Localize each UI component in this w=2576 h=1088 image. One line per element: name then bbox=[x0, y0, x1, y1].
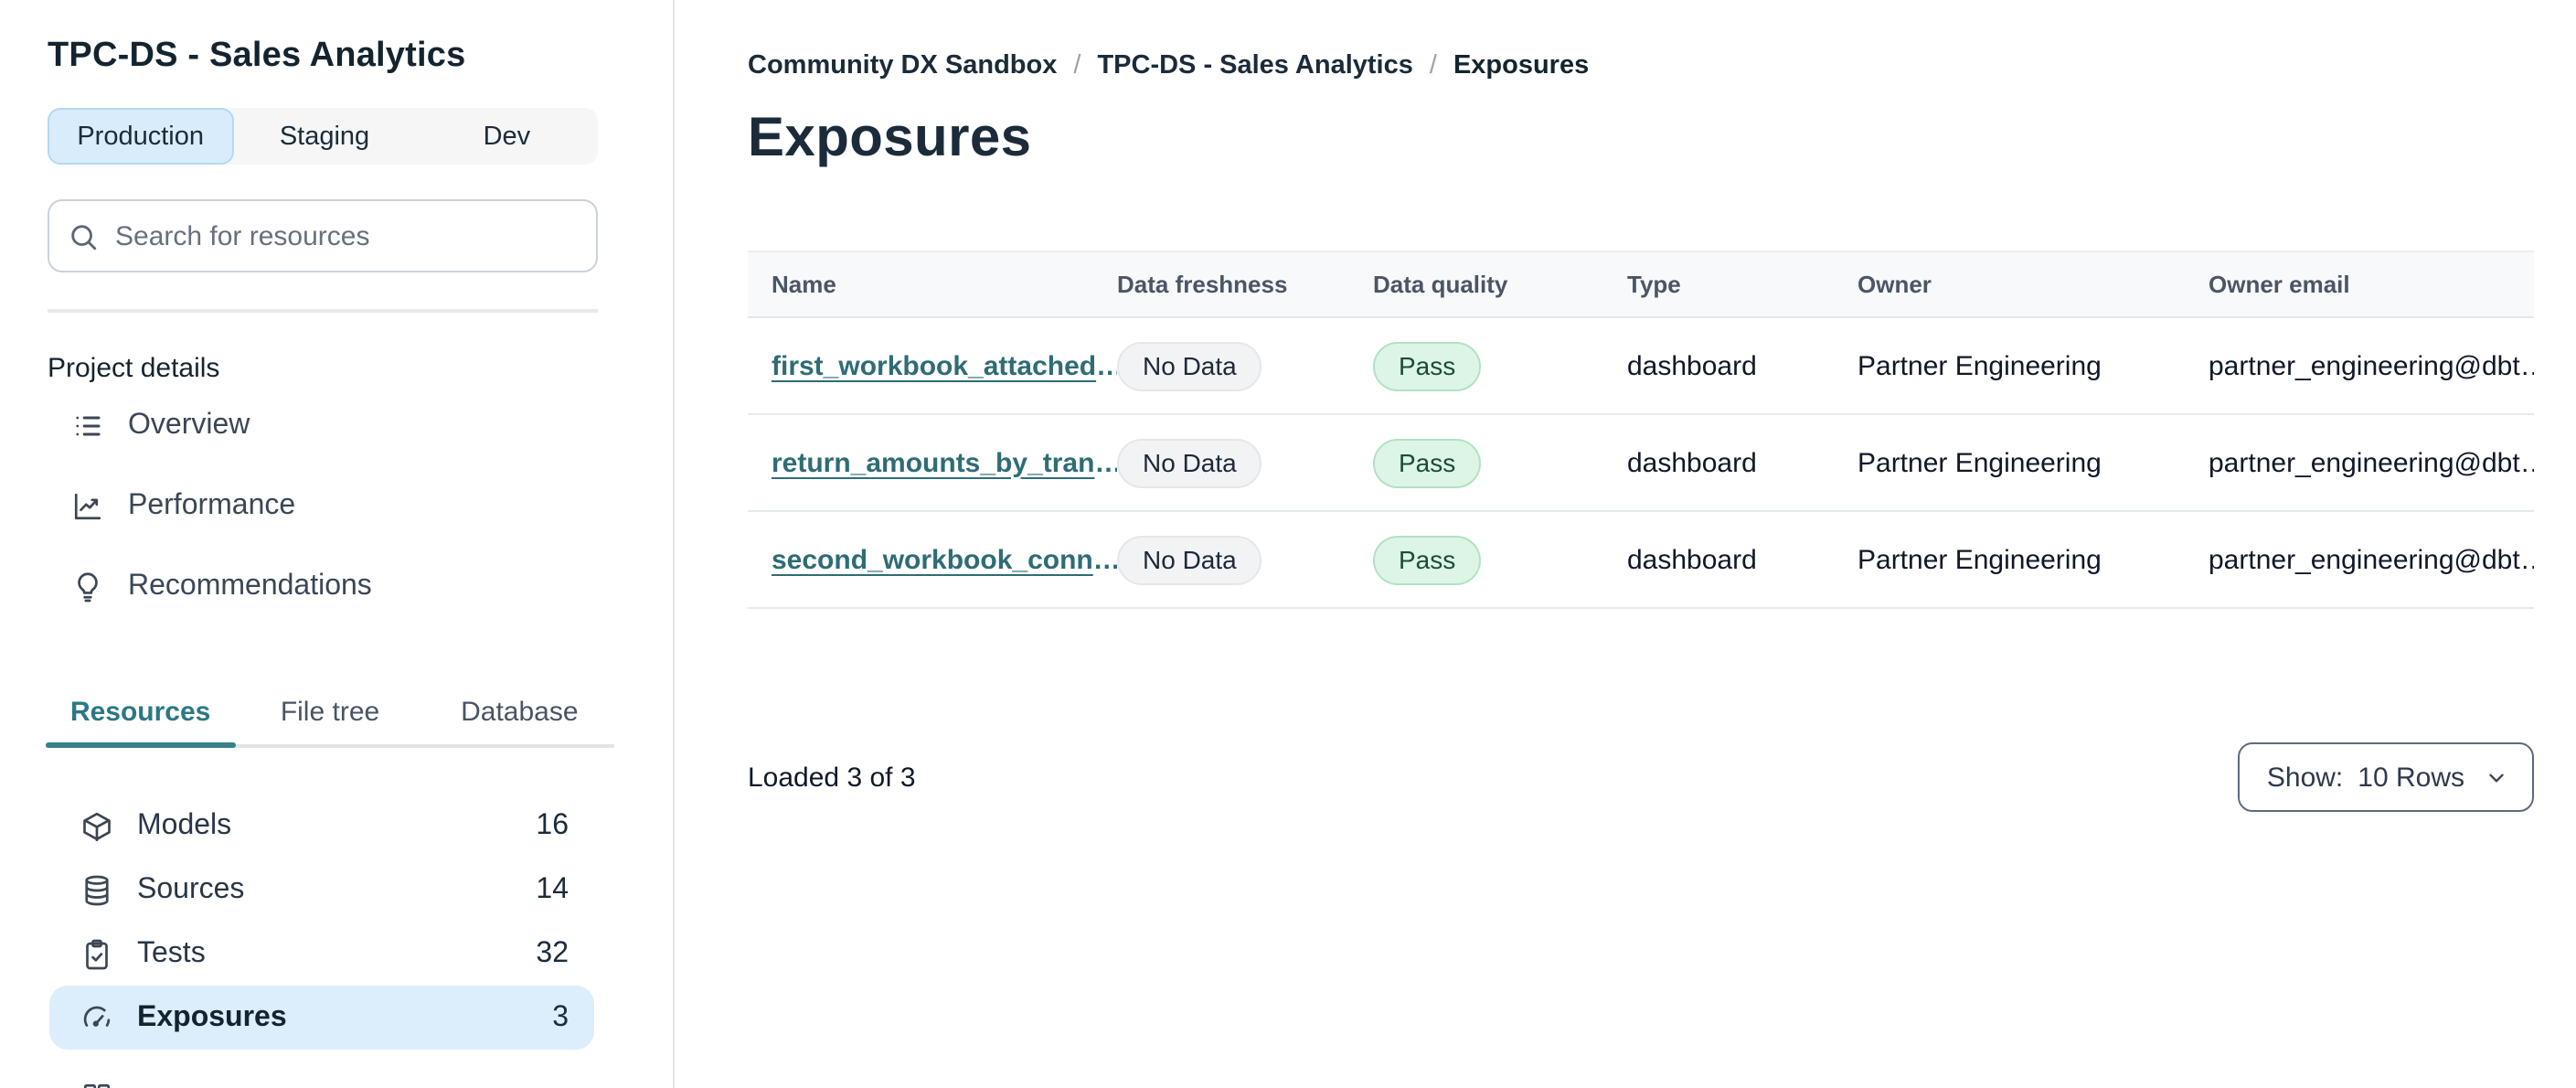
main-content: Community DX Sandbox / TPC-DS - Sales An… bbox=[676, 0, 2576, 1088]
exposure-owner: Partner Engineering bbox=[1857, 447, 2102, 478]
exposure-type: dashboard bbox=[1627, 447, 1757, 478]
breadcrumb-current: Exposures bbox=[1453, 51, 1590, 80]
truncation-ellipsis: … bbox=[1096, 350, 1117, 381]
tab-file-tree[interactable]: File tree bbox=[235, 686, 424, 744]
sidebar-item-partial[interactable] bbox=[49, 1064, 594, 1088]
env-tab-staging[interactable]: Staging bbox=[233, 108, 415, 165]
data-quality-badge: Pass bbox=[1373, 438, 1482, 487]
table-row: first_workbook_attached… No Data Pass da… bbox=[748, 318, 2534, 415]
column-header-name: Name bbox=[772, 271, 836, 298]
env-tab-production[interactable]: Production bbox=[48, 108, 234, 165]
data-quality-badge: Pass bbox=[1373, 341, 1482, 390]
tab-resources[interactable]: Resources bbox=[46, 686, 235, 748]
column-header-owner-email: Owner email bbox=[2209, 271, 2350, 298]
sidebar-item-label: Performance bbox=[128, 490, 296, 521]
resource-item-label: Sources bbox=[137, 873, 245, 904]
sidebar-item-label: Overview bbox=[128, 410, 250, 441]
tab-database[interactable]: Database bbox=[425, 686, 614, 744]
data-freshness-badge: No Data bbox=[1117, 438, 1262, 487]
sidebar-item-exposures[interactable]: Exposures 3 bbox=[49, 986, 594, 1050]
breadcrumb-separator: / bbox=[1429, 51, 1437, 80]
data-quality-badge: Pass bbox=[1373, 535, 1482, 584]
exposure-owner-email: partner_engineering@dbt… bbox=[2209, 447, 2534, 478]
project-title: TPC-DS - Sales Analytics bbox=[48, 37, 466, 75]
gauge-icon bbox=[80, 1001, 113, 1034]
resource-count: 3 bbox=[552, 1001, 569, 1032]
project-details-label: Project details bbox=[48, 353, 220, 384]
lightbulb-icon bbox=[71, 571, 104, 603]
exposure-name-link[interactable]: first_workbook_attached… bbox=[772, 350, 1117, 381]
exposure-type: dashboard bbox=[1627, 544, 1757, 575]
environment-switcher: Production Staging Dev bbox=[48, 108, 598, 165]
resource-count: 16 bbox=[536, 809, 569, 840]
sidebar-item-sources[interactable]: Sources 14 bbox=[49, 858, 594, 922]
exposure-owner-email: partner_engineering@dbt… bbox=[2209, 544, 2534, 575]
page-title: Exposures bbox=[748, 108, 1032, 168]
breadcrumb-project[interactable]: TPC-DS - Sales Analytics bbox=[1097, 51, 1412, 80]
table-row: return_amounts_by_tran… No Data Pass das… bbox=[748, 415, 2534, 512]
chart-line-icon bbox=[71, 490, 104, 523]
database-icon bbox=[80, 873, 113, 906]
cube-icon bbox=[80, 809, 113, 842]
sidebar-item-recommendations[interactable]: Recommendations bbox=[22, 556, 673, 618]
chevron-down-icon bbox=[2485, 765, 2508, 789]
sidebar-item-models[interactable]: Models 16 bbox=[49, 794, 594, 858]
sidebar-divider bbox=[48, 309, 598, 313]
sidebar-item-tests[interactable]: Tests 32 bbox=[49, 922, 594, 986]
resource-item-label: Tests bbox=[137, 937, 206, 968]
search-input[interactable] bbox=[115, 220, 578, 251]
table-header-row: Name Data freshness Data quality Type Ow… bbox=[748, 251, 2534, 318]
sidebar: TPC-DS - Sales Analytics Production Stag… bbox=[0, 0, 675, 1088]
data-freshness-badge: No Data bbox=[1117, 535, 1262, 584]
list-icon bbox=[71, 410, 104, 443]
column-header-owner: Owner bbox=[1857, 271, 1932, 298]
column-header-data-quality: Data quality bbox=[1373, 271, 1508, 298]
exposure-owner-email: partner_engineering@dbt… bbox=[2209, 350, 2534, 381]
sidebar-item-label: Recommendations bbox=[128, 571, 372, 602]
exposure-name-link[interactable]: return_amounts_by_tran… bbox=[772, 447, 1117, 478]
column-header-type: Type bbox=[1627, 271, 1681, 298]
data-freshness-badge: No Data bbox=[1117, 341, 1262, 390]
sidebar-item-overview[interactable]: Overview bbox=[22, 395, 673, 457]
resource-item-label: Exposures bbox=[137, 1001, 287, 1032]
env-tab-dev[interactable]: Dev bbox=[416, 108, 598, 165]
grid-icon bbox=[80, 1080, 113, 1088]
exposure-owner: Partner Engineering bbox=[1857, 544, 2102, 575]
exposure-name-link[interactable]: second_workbook_conn… bbox=[772, 544, 1117, 575]
table-row: second_workbook_conn… No Data Pass dashb… bbox=[748, 512, 2534, 609]
exposure-owner: Partner Engineering bbox=[1857, 350, 2102, 381]
loaded-status: Loaded 3 of 3 bbox=[748, 762, 916, 793]
rows-per-page-value: 10 Rows bbox=[2358, 762, 2464, 793]
truncation-ellipsis: … bbox=[1094, 447, 1117, 478]
breadcrumb: Community DX Sandbox / TPC-DS - Sales An… bbox=[748, 51, 2534, 80]
column-header-data-freshness: Data freshness bbox=[1117, 271, 1288, 298]
sidebar-item-performance[interactable]: Performance bbox=[22, 475, 673, 538]
truncation-ellipsis: … bbox=[1093, 544, 1117, 575]
show-label: Show: bbox=[2266, 762, 2344, 793]
resource-item-label: Models bbox=[137, 809, 232, 840]
resource-tabs: Resources File tree Database bbox=[46, 686, 614, 748]
dbt-explorer-app: TPC-DS - Sales Analytics Production Stag… bbox=[0, 0, 2576, 1088]
search-box[interactable] bbox=[48, 199, 598, 272]
table-body: first_workbook_attached… No Data Pass da… bbox=[748, 318, 2534, 609]
table-footer: Loaded 3 of 3 Show: 10 Rows bbox=[748, 742, 2534, 812]
breadcrumb-account[interactable]: Community DX Sandbox bbox=[748, 51, 1057, 80]
project-details-nav: Overview Performance Recommendations bbox=[22, 395, 673, 618]
rows-per-page-dropdown[interactable]: Show: 10 Rows bbox=[2237, 742, 2534, 812]
exposure-type: dashboard bbox=[1627, 350, 1757, 381]
resource-count: 32 bbox=[536, 937, 569, 968]
breadcrumb-separator: / bbox=[1073, 51, 1081, 80]
clipboard-check-icon bbox=[80, 937, 113, 970]
resource-count: 14 bbox=[536, 873, 569, 904]
search-icon bbox=[68, 220, 99, 251]
exposures-table: Name Data freshness Data quality Type Ow… bbox=[748, 251, 2534, 609]
resource-list: Models 16 Sources 14 Tests 32 Exposures … bbox=[49, 794, 594, 1088]
